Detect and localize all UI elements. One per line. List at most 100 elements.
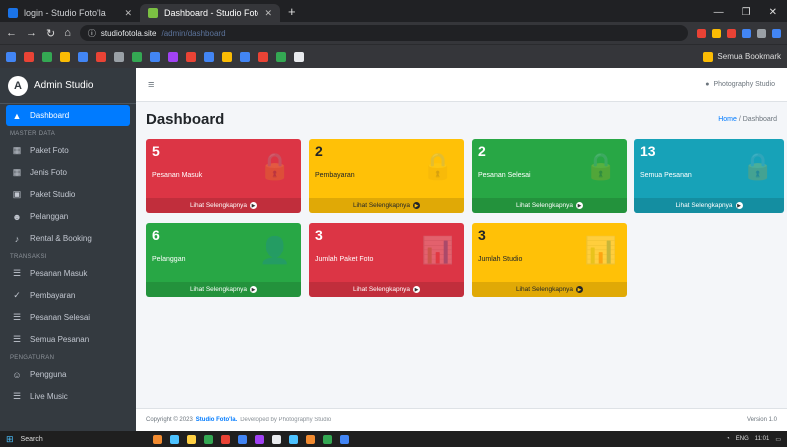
- bookmark-icon[interactable]: [222, 51, 232, 62]
- bookmark-icon[interactable]: [150, 51, 160, 62]
- clock[interactable]: 11:01: [755, 436, 770, 442]
- list-icon: ☰: [12, 312, 22, 322]
- breadcrumb-current: Dashboard: [742, 115, 777, 123]
- extension-icon[interactable]: [712, 28, 721, 38]
- app-icon[interactable]: [169, 434, 179, 444]
- stat-value: 2: [315, 143, 323, 159]
- extension-icon[interactable]: [757, 28, 766, 38]
- browser-tab-dashboard[interactable]: Dashboard - Studio Foto'la ✕: [140, 4, 280, 22]
- app-icon[interactable]: [152, 434, 162, 444]
- app-icon[interactable]: [339, 434, 349, 444]
- bookmark-icon[interactable]: [294, 51, 304, 62]
- app-icon[interactable]: [203, 434, 213, 444]
- stat-value: 3: [478, 227, 486, 243]
- bookmark-icon[interactable]: [276, 51, 286, 62]
- app-icon[interactable]: [186, 434, 196, 444]
- bookmark-icon[interactable]: [168, 51, 178, 62]
- start-icon[interactable]: ⊞: [6, 434, 14, 445]
- brand-link[interactable]: A Admin Studio: [0, 68, 136, 104]
- user-menu[interactable]: ● Photography Studio: [705, 81, 775, 88]
- stat-box-jumlah-paket-foto: 3 Jumlah Paket Foto 📊 Lihat Selengkapnya…: [309, 223, 464, 297]
- bookmark-icon[interactable]: [240, 51, 250, 62]
- sidebar-item-label: Pesanan Selesai: [30, 313, 91, 322]
- all-bookmarks[interactable]: Semua Bookmark: [703, 51, 781, 62]
- app-icon[interactable]: [254, 434, 264, 444]
- sidebar-item-label: Pelanggan: [30, 212, 69, 221]
- stat-label: Jumlah Studio: [478, 256, 523, 263]
- browser-tab-login[interactable]: login - Studio Foto'la ✕: [0, 4, 140, 22]
- sidebar-item[interactable]: ☰ Pesanan Selesai: [6, 307, 130, 328]
- back-icon[interactable]: ←: [6, 27, 17, 39]
- app-icon[interactable]: [237, 434, 247, 444]
- tab-close-icon[interactable]: ✕: [264, 8, 272, 19]
- address-bar[interactable]: ⓘ studiofotola.site/admin/dashboard: [79, 25, 688, 41]
- bookmark-icon[interactable]: [204, 51, 214, 62]
- bookmark-icon[interactable]: [24, 51, 34, 62]
- more-info-link[interactable]: Lihat Selengkapnya ▶: [309, 282, 464, 297]
- sidebar-item-label: Rental & Booking: [30, 234, 92, 243]
- sidebar-item[interactable]: ✓ Pembayaran: [6, 285, 130, 306]
- profile-icon[interactable]: [772, 28, 781, 38]
- sidebar-item[interactable]: ▲ Dashboard: [6, 105, 130, 126]
- bookmark-icon[interactable]: [132, 51, 142, 62]
- footer-brand-link[interactable]: Studio Foto'la.: [196, 417, 237, 423]
- bookmark-icon[interactable]: [96, 51, 106, 62]
- bag-icon: 🔒: [258, 151, 291, 181]
- browser-toolbar: ← → ↻ ⌂ ⓘ studiofotola.site/admin/dashbo…: [0, 22, 787, 44]
- check-icon: ✓: [13, 290, 21, 300]
- language-indicator[interactable]: ENG: [736, 436, 749, 442]
- bookmark-icon[interactable]: [42, 51, 52, 62]
- bookmark-icon[interactable]: [114, 51, 124, 62]
- tab-close-icon[interactable]: ✕: [124, 8, 132, 19]
- arrow-circle-right-icon: ▶: [250, 202, 258, 209]
- maximize-icon[interactable]: ❐: [742, 7, 751, 18]
- bookmark-icon[interactable]: [258, 51, 268, 62]
- notifications-icon[interactable]: ▭: [775, 436, 781, 443]
- app-icon[interactable]: [288, 434, 298, 444]
- extension-icon[interactable]: [742, 28, 751, 38]
- extension-icon[interactable]: [697, 28, 706, 38]
- close-window-icon[interactable]: ✕: [769, 7, 777, 18]
- more-info-link[interactable]: Lihat Selengkapnya ▶: [472, 282, 627, 297]
- bookmark-icon[interactable]: [78, 51, 88, 62]
- app-icon[interactable]: [220, 434, 230, 444]
- extension-icon[interactable]: [727, 28, 736, 38]
- sidebar-item-label: Pembayaran: [30, 291, 76, 300]
- bookmark-icon[interactable]: [60, 51, 70, 62]
- reload-icon[interactable]: ↻: [46, 27, 55, 40]
- more-info-link[interactable]: Lihat Selengkapnya ▶: [634, 198, 784, 213]
- wifi-icon[interactable]: ◔: [726, 436, 730, 442]
- new-tab-button[interactable]: +: [280, 4, 304, 22]
- taskbar-search[interactable]: Search: [21, 436, 101, 443]
- sidebar-item[interactable]: ☺ Pengguna: [6, 364, 130, 385]
- app-icon[interactable]: [305, 434, 315, 444]
- sidebar-item-label: Pengguna: [30, 370, 67, 379]
- more-info-link[interactable]: Lihat Selengkapnya ▶: [309, 198, 464, 213]
- sidebar-item[interactable]: ☰ Semua Pesanan: [6, 329, 130, 350]
- sidebar-item[interactable]: ▣ Paket Studio: [6, 184, 130, 205]
- sidebar-item-label: Dashboard: [30, 111, 70, 120]
- stat-value: 6: [152, 227, 160, 243]
- brand-text: Admin Studio: [34, 80, 94, 91]
- minimize-icon[interactable]: —: [714, 7, 724, 18]
- bag-icon: 🔒: [584, 151, 617, 181]
- bookmark-icon[interactable]: [186, 51, 196, 62]
- more-info-link[interactable]: Lihat Selengkapnya ▶: [146, 282, 301, 297]
- sidebar-item[interactable]: ☰ Live Music: [6, 386, 130, 407]
- top-navbar: ≡ ● Photography Studio: [136, 68, 787, 102]
- more-info-link[interactable]: Lihat Selengkapnya ▶: [472, 198, 627, 213]
- sidebar-item[interactable]: ☻ Pelanggan: [6, 206, 130, 227]
- home-icon[interactable]: ⌂: [64, 27, 71, 39]
- sidebar-item[interactable]: ☰ Pesanan Masuk: [6, 263, 130, 284]
- site-info-icon[interactable]: ⓘ: [88, 28, 96, 39]
- sidebar-item[interactable]: ▦ Jenis Foto: [6, 162, 130, 183]
- forward-icon[interactable]: →: [26, 27, 37, 39]
- breadcrumb-home[interactable]: Home: [718, 116, 737, 123]
- app-icon[interactable]: [322, 434, 332, 444]
- bookmark-icon[interactable]: [6, 51, 16, 62]
- app-icon[interactable]: [271, 434, 281, 444]
- sidebar-item[interactable]: ▦ Paket Foto: [6, 140, 130, 161]
- menu-toggle-icon[interactable]: ≡: [148, 79, 154, 91]
- more-info-link[interactable]: Lihat Selengkapnya ▶: [146, 198, 301, 213]
- sidebar-item[interactable]: ♪ Rental & Booking: [6, 228, 130, 249]
